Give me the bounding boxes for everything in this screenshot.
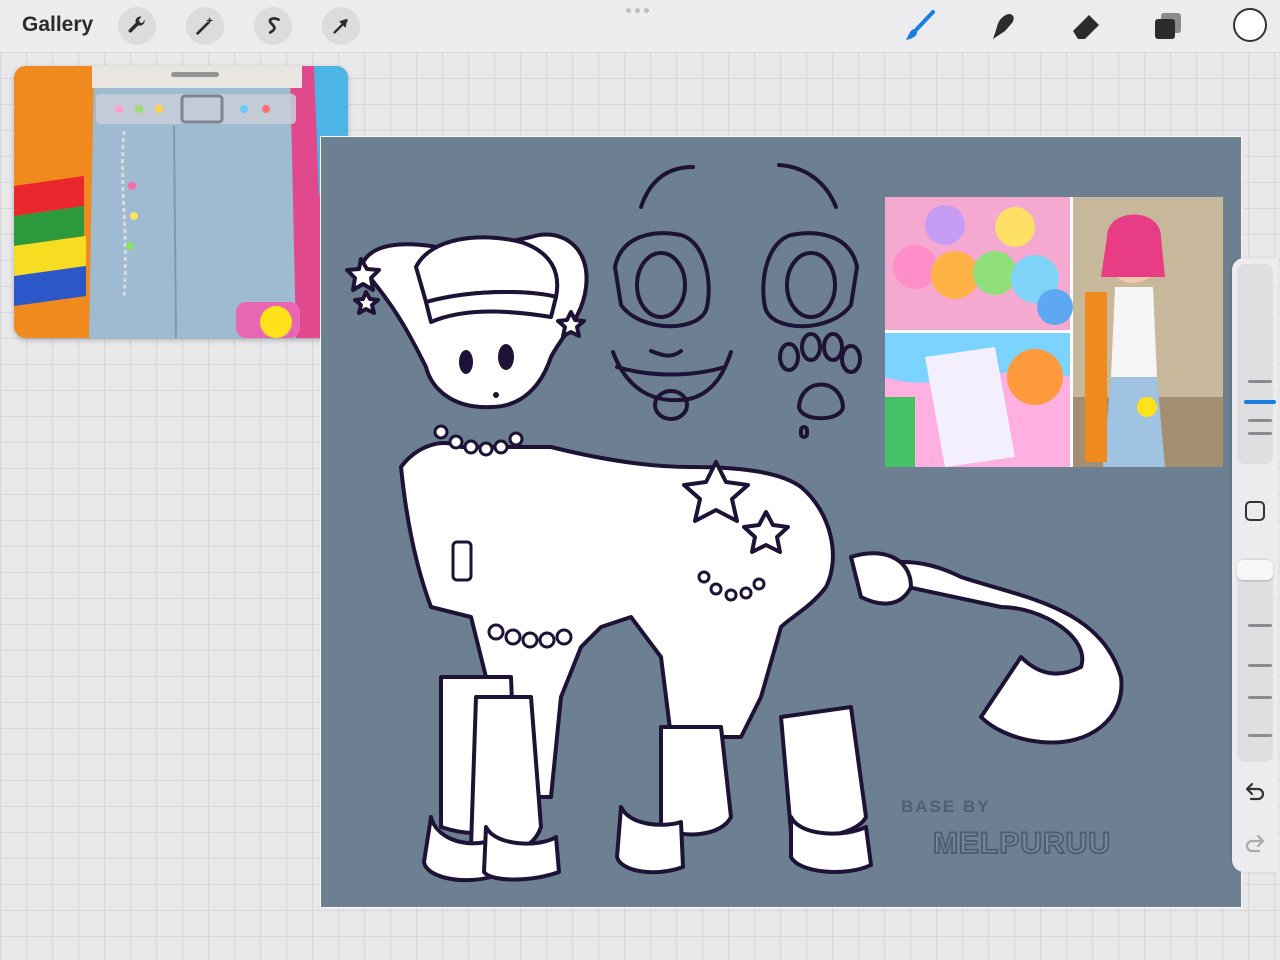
redo-icon [1245,834,1265,853]
actions-button[interactable] [118,7,156,45]
brush-sidebar [1232,258,1278,872]
gallery-button[interactable]: Gallery [22,13,93,37]
brush-icon [906,10,935,40]
slider-tick [1248,734,1272,737]
transform-button[interactable] [322,7,360,45]
slider-tick [1248,432,1272,435]
layers-icon [1155,13,1181,39]
undo-icon [1245,782,1265,801]
smudge-icon [993,14,1014,39]
brush-tool-button[interactable] [900,7,940,45]
moodboard-photos-image [885,197,1223,467]
slider-tick [1248,624,1272,627]
brush-size-slider[interactable] [1237,264,1276,464]
arrow-cursor-icon [333,18,348,34]
drag-handle[interactable] [626,8,656,14]
opacity-slider[interactable] [1237,558,1273,762]
watermark-line1: BASE BY [901,797,991,816]
redo-button[interactable] [1240,828,1270,858]
brush-size-thumb[interactable] [1244,400,1276,404]
eraser-icon [1073,15,1099,39]
undo-button[interactable] [1240,776,1270,806]
top-toolbar: Gallery [0,0,1280,53]
slider-tick [1248,419,1272,422]
reference-image-window[interactable] [14,66,348,338]
opacity-thumb[interactable] [1237,560,1273,580]
layers-button[interactable] [1148,7,1188,45]
adjustments-button[interactable] [186,7,224,45]
slider-tick [1248,664,1272,667]
drawing-canvas[interactable]: BASE BY MELPURUU [320,136,1242,908]
square-icon [1245,501,1265,521]
reference-window-handle[interactable] [171,72,219,77]
wrench-icon [128,16,145,33]
moodboard-collage [885,197,1223,467]
watermark-line2: MELPURUU [932,826,1111,861]
slider-tick [1248,380,1272,383]
eraser-tool-button[interactable] [1066,7,1106,45]
magic-wand-icon [196,16,214,35]
slider-tick [1248,696,1272,699]
smudge-tool-button[interactable] [982,7,1022,45]
modify-button[interactable] [1240,496,1270,526]
selection-s-icon [268,17,280,34]
selection-button[interactable] [254,7,292,45]
reference-photo-image [14,66,348,338]
color-picker-button[interactable] [1233,8,1267,42]
